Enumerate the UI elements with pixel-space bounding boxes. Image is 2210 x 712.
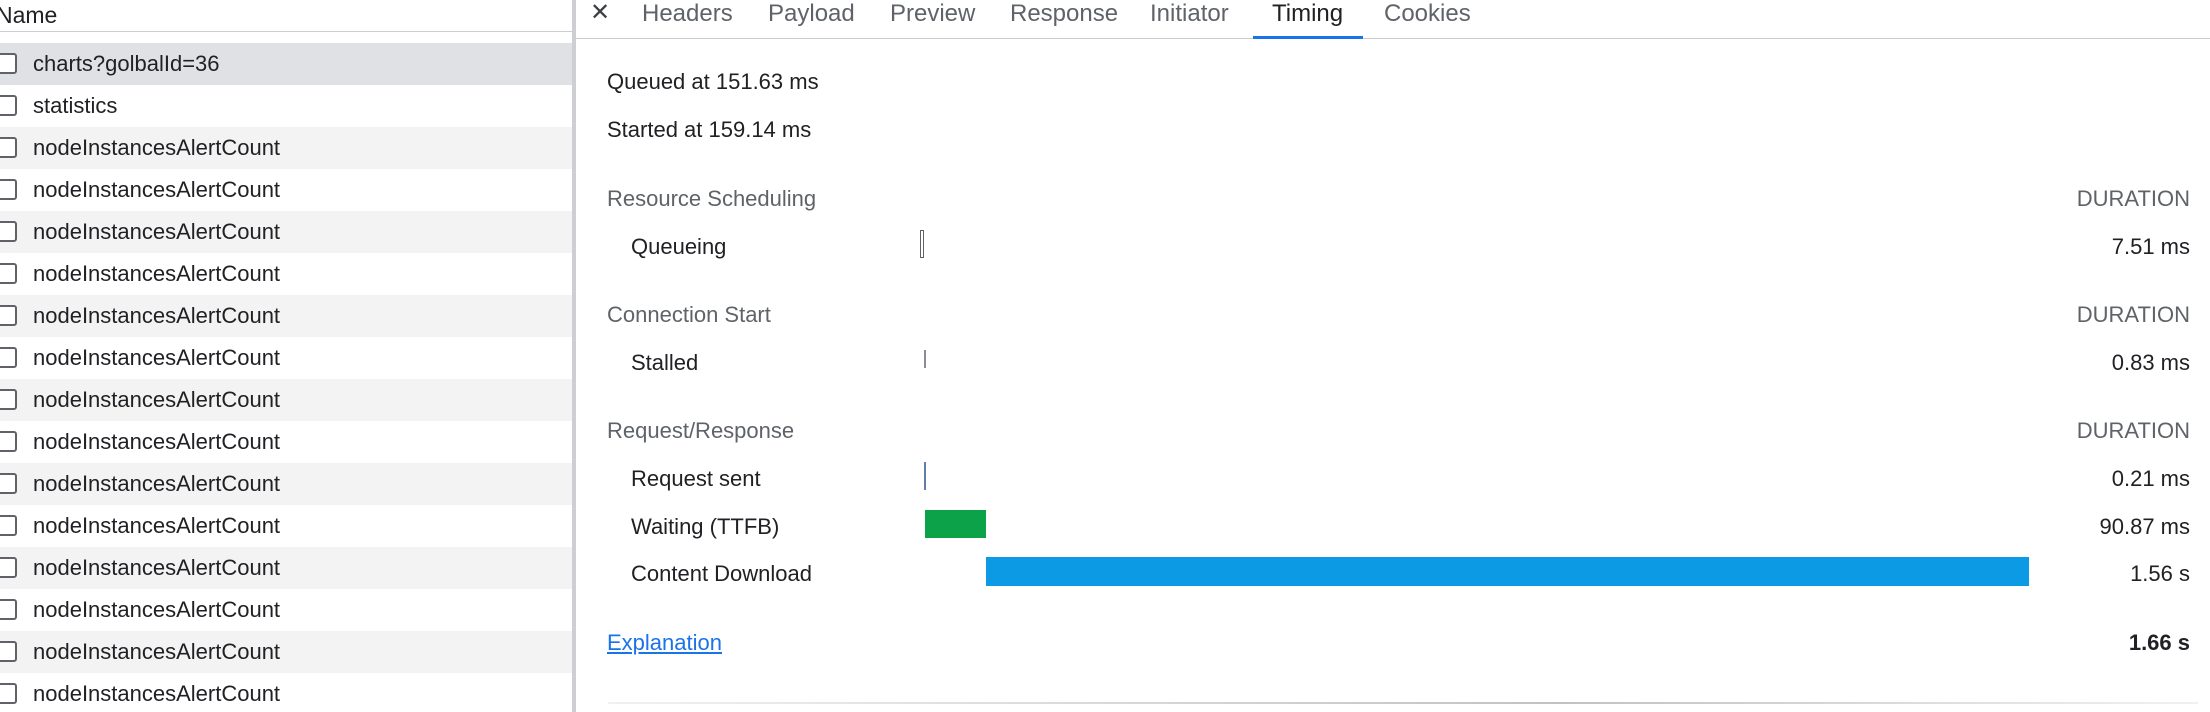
section-request-response: Request/Response [607,418,795,443]
request-name: nodeInstancesAlertCount [33,429,281,454]
request-row[interactable]: nodeInstancesAlertCount [0,631,572,673]
request-row[interactable]: nodeInstancesAlertCount [0,505,572,547]
request-row[interactable]: nodeInstancesAlertCount [0,169,572,211]
tab-payload[interactable]: Payload [768,0,855,39]
request-row[interactable]: nodeInstancesAlertCount [0,127,572,169]
request-name: nodeInstancesAlertCount [33,471,281,496]
row-checkbox[interactable] [0,263,17,284]
name-column-header-label: Name [0,2,58,28]
request-row[interactable]: nodeInstancesAlertCount [0,463,572,505]
queueing-duration: 7.51 ms [2111,234,2190,259]
phase-queueing: Queueing [631,234,727,259]
request-name: nodeInstancesAlertCount [33,345,281,370]
duration-header: DURATION [2076,302,2190,327]
stalled-bar [924,350,926,368]
phase-request-sent: Request sent [631,466,761,491]
request-name: nodeInstancesAlertCount [33,261,281,286]
name-column-header[interactable]: Name [0,0,572,32]
tab-cookies[interactable]: Cookies [1384,0,1471,39]
section-connection-start: Connection Start [607,302,771,327]
request-row[interactable]: nodeInstancesAlertCount [0,673,572,712]
phase-content-download: Content Download [631,561,813,586]
row-checkbox[interactable] [0,95,17,116]
tab-preview[interactable]: Preview [890,0,975,39]
content-download-bar [986,557,2029,586]
request-row[interactable]: nodeInstancesAlertCount [0,547,572,589]
request-row[interactable]: nodeInstancesAlertCount [0,295,572,337]
waiting-ttfb-bar [925,510,986,538]
phase-stalled: Stalled [631,350,699,375]
stalled-duration: 0.83 ms [2111,350,2190,375]
waiting-ttfb-duration: 90.87 ms [2099,514,2191,539]
request-row[interactable]: charts?golbalId=36 [0,43,572,85]
content-download-duration: 1.56 s [2130,561,2190,586]
tab-headers[interactable]: Headers [642,0,733,39]
row-checkbox[interactable] [0,515,17,536]
request-name: nodeInstancesAlertCount [33,639,281,664]
request-rows: charts?golbalId=36 statistics nodeInstan… [0,43,572,712]
request-name: nodeInstancesAlertCount [33,387,281,412]
request-name: statistics [33,93,118,118]
request-name: nodeInstancesAlertCount [33,555,281,580]
detail-tab-bar: ✕ Headers Payload Preview Response Initi… [576,0,2210,39]
queueing-bar [920,230,924,258]
tab-response[interactable]: Response [1010,0,1118,39]
request-row[interactable]: nodeInstancesAlertCount [0,253,572,295]
request-detail-panel: ✕ Headers Payload Preview Response Initi… [576,0,2210,712]
request-name: nodeInstancesAlertCount [33,513,281,538]
duration-header: DURATION [2076,186,2190,211]
request-name: nodeInstancesAlertCount [33,135,281,160]
request-name: charts?golbalId=36 [33,51,220,76]
request-row[interactable]: nodeInstancesAlertCount [0,589,572,631]
row-checkbox[interactable] [0,683,17,704]
row-checkbox[interactable] [0,557,17,578]
request-name: nodeInstancesAlertCount [33,219,281,244]
request-sent-bar [924,462,926,490]
row-checkbox[interactable] [0,179,17,200]
bottom-divider [608,702,2198,704]
row-checkbox[interactable] [0,305,17,326]
request-row[interactable]: nodeInstancesAlertCount [0,337,572,379]
started-at-text: Started at 159.14 ms [607,117,812,142]
request-list-panel: Name charts?golbalId=36 statistics nodeI… [0,0,572,712]
request-name: nodeInstancesAlertCount [33,303,281,328]
tab-initiator[interactable]: Initiator [1150,0,1229,39]
queued-at-text: Queued at 151.63 ms [607,69,819,94]
duration-header: DURATION [2076,418,2190,443]
phase-waiting-ttfb: Waiting (TTFB) [631,514,780,539]
request-row[interactable]: statistics [0,85,572,127]
active-tab-indicator [1253,36,1363,39]
row-checkbox[interactable] [0,53,17,74]
row-checkbox[interactable] [0,641,17,662]
close-icon[interactable]: ✕ [590,0,610,27]
row-checkbox[interactable] [0,221,17,242]
total-duration: 1.66 s [2128,630,2190,655]
request-name: nodeInstancesAlertCount [33,597,281,622]
request-name: nodeInstancesAlertCount [33,681,281,706]
request-row[interactable]: nodeInstancesAlertCount [0,421,572,463]
request-row[interactable]: nodeInstancesAlertCount [0,379,572,421]
row-checkbox[interactable] [0,431,17,452]
row-checkbox[interactable] [0,473,17,494]
request-name: nodeInstancesAlertCount [33,177,281,202]
request-sent-duration: 0.21 ms [2111,466,2190,491]
explanation-link[interactable]: Explanation [607,630,722,656]
row-checkbox[interactable] [0,137,17,158]
row-checkbox[interactable] [0,347,17,368]
row-checkbox[interactable] [0,389,17,410]
section-resource-scheduling: Resource Scheduling [607,186,817,211]
tab-timing[interactable]: Timing [1272,0,1343,39]
request-row[interactable]: nodeInstancesAlertCount [0,211,572,253]
row-checkbox[interactable] [0,599,17,620]
